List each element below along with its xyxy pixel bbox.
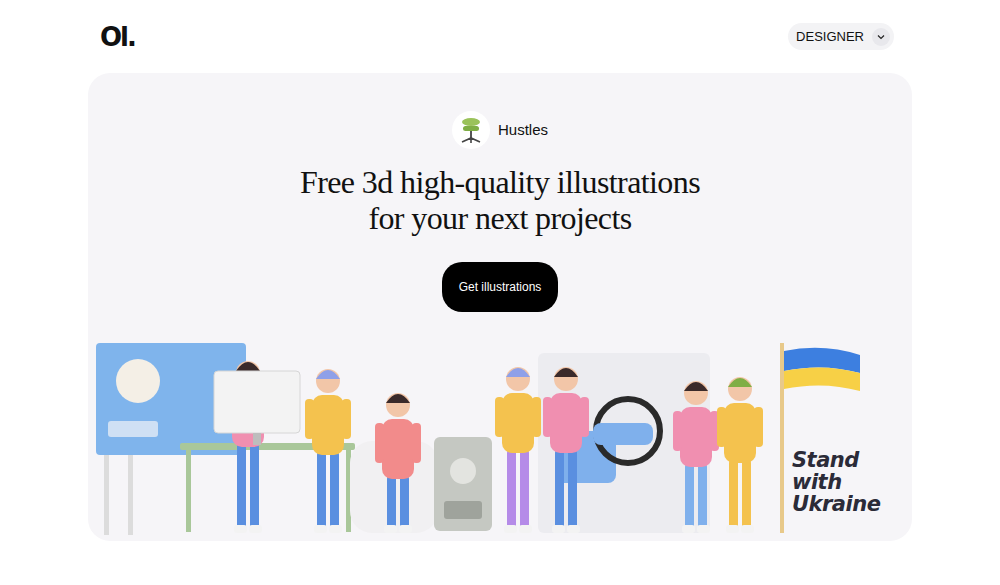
header: Ol. DESIGNER <box>88 0 912 73</box>
people-illustration <box>88 341 912 541</box>
brand-badge: Hustles <box>452 111 548 149</box>
stand-with-ukraine-banner: Stand with Ukraine <box>792 449 896 515</box>
chevron-down-icon <box>872 28 890 46</box>
get-illustrations-button[interactable]: Get illustrations <box>442 262 559 312</box>
illustration-scene: Stand with Ukraine <box>88 341 912 541</box>
chair-icon <box>452 111 490 149</box>
brand-name: Hustles <box>498 119 548 142</box>
role-select[interactable]: DESIGNER <box>788 23 894 51</box>
hero-card: Hustles Free 3d high-quality illustratio… <box>88 73 912 541</box>
logo[interactable]: Ol. <box>88 24 135 50</box>
hero-title: Free 3d high-quality illustrations for y… <box>285 164 715 236</box>
